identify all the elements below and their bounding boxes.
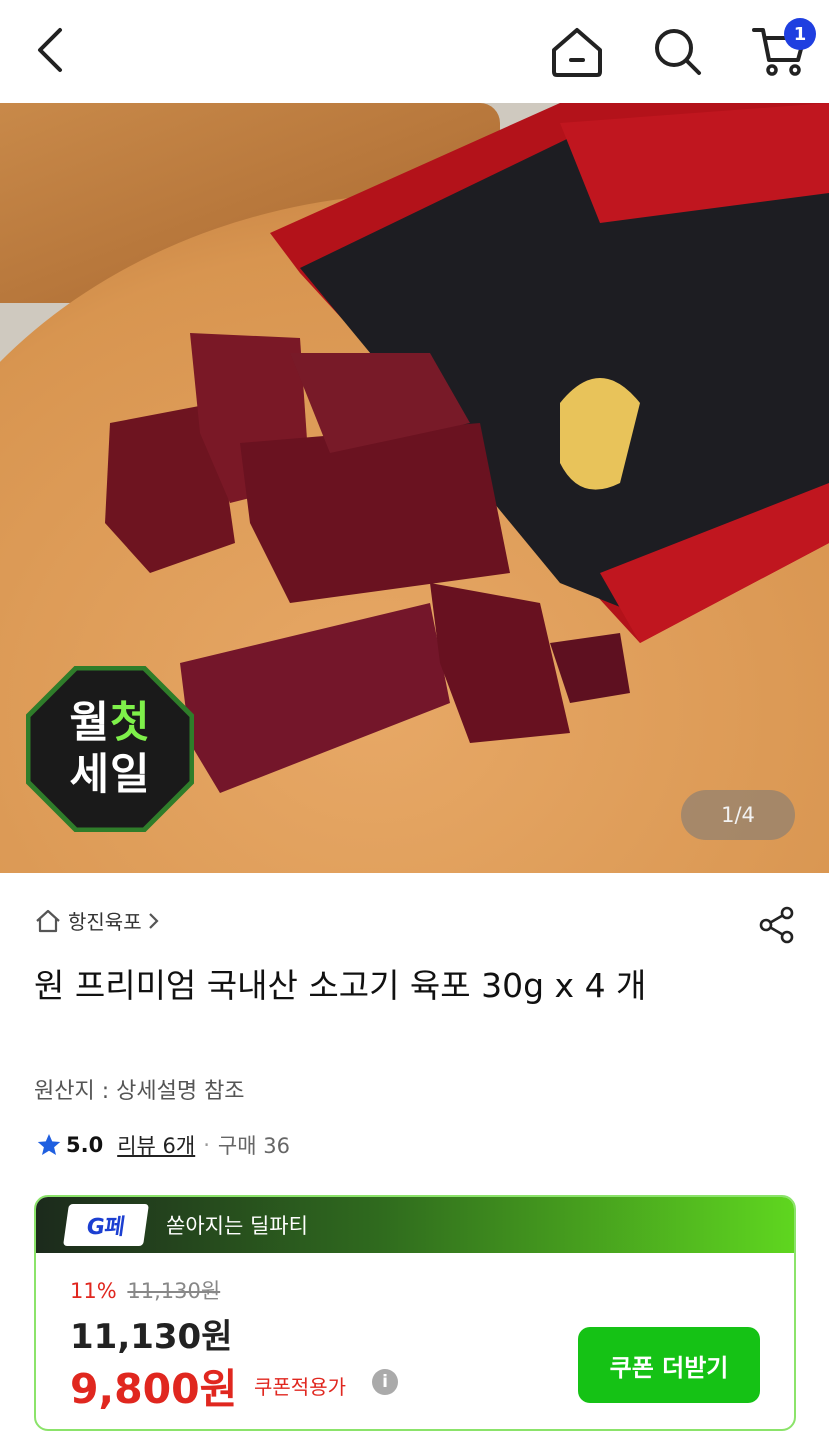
deal-title: 쏟아지는 딜파티	[166, 1214, 308, 1238]
purchase-count: 구매 36	[217, 1134, 290, 1158]
first-month-sale-badge: 월첫 세일	[26, 666, 194, 832]
chevron-right-icon	[148, 912, 159, 929]
product-origin: 원산지 : 상세설명 참조	[34, 1079, 245, 1104]
rating-score: 5.0	[66, 1133, 104, 1157]
cart-button[interactable]: 1	[746, 18, 816, 80]
back-button[interactable]	[22, 20, 78, 80]
gpay-logo: G페	[63, 1204, 149, 1246]
get-more-coupon-button[interactable]: 쿠폰 더받기	[578, 1327, 760, 1403]
share-button[interactable]	[755, 903, 799, 947]
separator-dot: ·	[203, 1133, 210, 1157]
home-icon	[552, 28, 602, 77]
star-icon	[37, 1134, 61, 1155]
deal-party-box: G페 쏟아지는 딜파티 11% 11,130원 11,130원 9,800원 쿠…	[34, 1195, 796, 1431]
share-icon	[759, 906, 794, 944]
rating-row: 5.0 리뷰 6개 · 구매 36	[36, 1130, 290, 1160]
product-title: 원 프리미엄 국내산 소고기 육포 30g x 4 개	[34, 966, 647, 1005]
product-image-carousel[interactable]: 월첫 세일 1/4	[0, 103, 829, 873]
info-icon[interactable]: i	[372, 1369, 398, 1395]
coupon-price-label: 쿠폰적용가	[254, 1375, 346, 1399]
review-link[interactable]: 리뷰 6개	[117, 1130, 195, 1160]
discount-row: 11% 11,130원	[70, 1275, 220, 1305]
top-navigation-bar: 1	[0, 0, 829, 103]
deal-header: G페 쏟아지는 딜파티	[36, 1197, 794, 1253]
chevron-left-icon	[38, 28, 62, 72]
store-home-icon	[36, 909, 60, 932]
search-button[interactable]	[648, 22, 706, 80]
discount-rate: 11%	[70, 1279, 117, 1303]
search-icon	[655, 29, 701, 75]
store-link[interactable]: 항진육포	[34, 906, 160, 935]
home-button[interactable]	[546, 22, 608, 80]
cart-count-badge: 1	[784, 18, 816, 50]
coupon-price: 9,800원	[70, 1365, 238, 1413]
store-name: 항진육포	[68, 910, 142, 934]
sale-price: 11,130원	[70, 1317, 233, 1357]
image-counter: 1/4	[681, 790, 795, 840]
original-price: 11,130원	[127, 1279, 221, 1303]
